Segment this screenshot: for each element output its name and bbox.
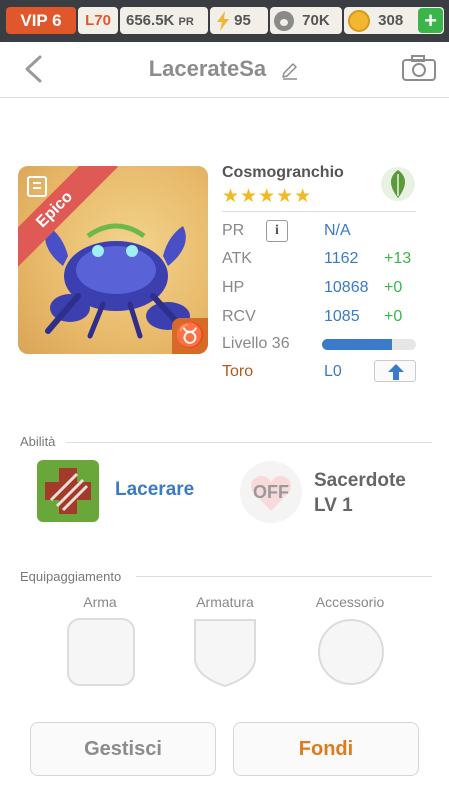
level-row: Livello 36 [222, 332, 422, 356]
book-icon [27, 176, 47, 197]
leader-skill-state[interactable]: OFF [240, 461, 302, 523]
energy-value: 95 [234, 12, 251, 29]
stat-value: 1162 [324, 250, 359, 267]
energy-counter: 95 [210, 7, 268, 34]
upgrade-sign-button[interactable] [374, 360, 416, 382]
food-counter: 70K [270, 7, 342, 34]
level-label: Livello 36 [222, 335, 290, 352]
power-counter: 656.5K PR [120, 7, 208, 34]
star-rating: ★★★★★ [222, 186, 313, 207]
accessory-label: Accessorio [315, 594, 385, 610]
info-icon[interactable]: i [266, 220, 288, 242]
slash-cross-icon [45, 468, 91, 514]
pencil-icon[interactable] [280, 60, 300, 80]
stat-row-atk: ATK 1162 +13 [222, 247, 422, 271]
paw-icon [274, 11, 294, 32]
monster-name: Cosmogranchio [222, 164, 344, 181]
manage-button[interactable]: Gestisci [30, 722, 216, 776]
stat-row-hp: HP 10868 +0 [222, 276, 422, 300]
equipment-title: Equipaggiamento [20, 569, 122, 584]
stat-bonus: +13 [384, 250, 412, 267]
status-bar: VIP 6 L70 656.5K PR 95 70K 308 + [0, 0, 449, 42]
player-level: L70 [78, 7, 118, 34]
skill-name[interactable]: Lacerare [115, 479, 194, 501]
vip-badge[interactable]: VIP 6 [6, 7, 76, 34]
coin-icon [348, 10, 370, 33]
divider [66, 442, 432, 443]
armor-slot[interactable] [193, 618, 257, 688]
sign-row: Toro L0 [222, 360, 422, 384]
weapon-slot[interactable] [67, 618, 135, 686]
weapon-label: Arma [83, 594, 117, 610]
sign-label: Toro [222, 363, 254, 380]
arrow-up-icon [388, 364, 404, 380]
coin-value: 308 [378, 12, 404, 29]
divider [222, 211, 416, 212]
monster-portrait[interactable]: Epico ♉ [18, 166, 208, 354]
page-header: LacerateSa [0, 42, 449, 98]
camera-icon[interactable] [401, 54, 437, 82]
abilities-title: Abilità [20, 434, 56, 449]
sign-level: L0 [324, 363, 342, 380]
food-value: 70K [302, 12, 330, 29]
armor-label: Armatura [196, 594, 254, 610]
divider [136, 576, 432, 577]
stat-label: HP [222, 279, 245, 296]
fuse-button[interactable]: Fondi [233, 722, 419, 776]
stat-value: N/A [324, 222, 351, 239]
lightning-icon [217, 11, 229, 32]
accessory-slot[interactable] [317, 618, 385, 686]
stat-row-pr: PR i N/A [222, 219, 422, 243]
stat-bonus: +0 [384, 279, 403, 296]
stat-label: PR [222, 222, 245, 239]
page-title: LacerateSa [148, 56, 267, 81]
stat-bonus: +0 [384, 308, 403, 325]
leaf-icon [381, 167, 415, 201]
stat-label: RCV [222, 308, 256, 325]
stat-value: 10868 [324, 279, 369, 296]
level-progress-fill [322, 339, 392, 350]
stat-row-rcv: RCV 1085 +0 [222, 305, 422, 329]
power-unit: PR [178, 16, 194, 28]
level-progress-bar [322, 339, 416, 350]
stat-label: ATK [222, 250, 252, 267]
taurus-icon: ♉ [172, 318, 208, 354]
add-coins-button[interactable]: + [418, 8, 443, 33]
skill-icon[interactable] [37, 460, 99, 522]
page-title-wrap: LacerateSa [0, 56, 449, 82]
leader-skill-name[interactable]: Sacerdote [314, 470, 406, 492]
stat-value: 1085 [324, 308, 360, 325]
leader-skill-level: LV 1 [314, 495, 353, 516]
power-value: 656.5K [126, 12, 175, 29]
